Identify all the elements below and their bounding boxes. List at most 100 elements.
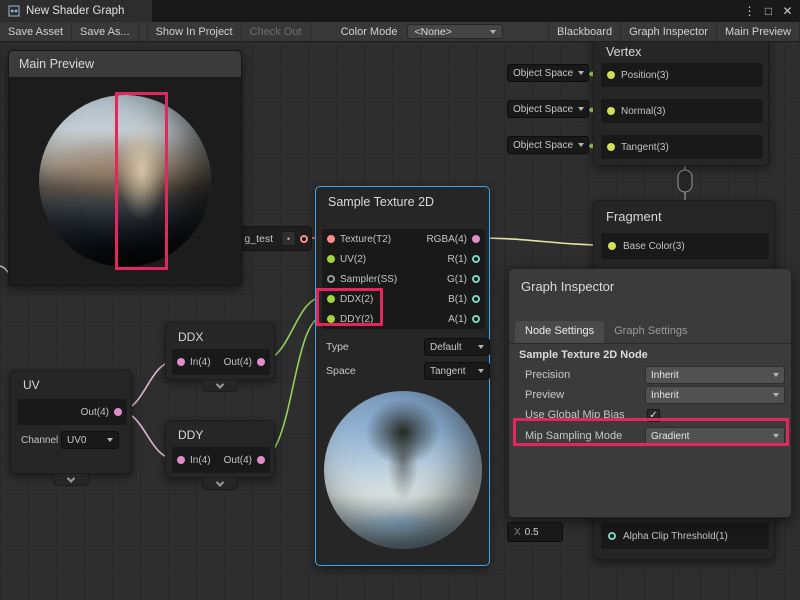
rgba-output-port[interactable] bbox=[472, 235, 480, 243]
sampler-input-port[interactable] bbox=[327, 275, 335, 283]
ddx-in-port[interactable] bbox=[177, 358, 185, 366]
a-output-port[interactable] bbox=[472, 315, 480, 323]
tab-graph-settings[interactable]: Graph Settings bbox=[604, 321, 697, 343]
preview-label: Preview bbox=[525, 389, 564, 401]
color-mode-value: <None> bbox=[414, 26, 451, 38]
chevron-down-icon bbox=[67, 474, 75, 482]
position-port-label: Position(3) bbox=[621, 70, 669, 81]
mip-mode-value: Gradient bbox=[651, 431, 689, 442]
chevron-down-icon bbox=[578, 143, 584, 147]
checkmark-icon: ✓ bbox=[649, 410, 657, 421]
ddy-input-label: DDY(2) bbox=[335, 314, 378, 325]
uv-node-title: UV bbox=[11, 371, 131, 396]
uv-out-label: Out(4) bbox=[81, 407, 109, 418]
base-color-port-label: Base Color(3) bbox=[623, 241, 685, 252]
position-space-value: Object Space bbox=[513, 68, 573, 79]
gtest-output-port[interactable] bbox=[300, 235, 308, 243]
color-mode-dropdown[interactable]: <None> bbox=[407, 24, 503, 39]
show-in-project-button[interactable]: Show In Project bbox=[147, 22, 242, 41]
close-icon[interactable]: ✕ bbox=[779, 0, 796, 22]
wire-rgba-to-basecolor[interactable] bbox=[478, 238, 608, 245]
alpha-clip-port-label: Alpha Clip Threshold(1) bbox=[623, 531, 728, 542]
position-port[interactable] bbox=[607, 71, 615, 79]
base-color-port[interactable] bbox=[608, 242, 616, 250]
ddx-out-port[interactable] bbox=[257, 358, 265, 366]
ddy-in-port[interactable] bbox=[177, 456, 185, 464]
toolbar: Save Asset Save As... Show In Project Ch… bbox=[0, 22, 800, 42]
a-output-label: A(1) bbox=[443, 314, 472, 325]
sample-node-preview-sphere bbox=[324, 391, 482, 549]
window-menu-icon[interactable]: ⋮ bbox=[741, 0, 758, 22]
ddy-out-port[interactable] bbox=[257, 456, 265, 464]
graph-canvas[interactable]: g_test • Vertex Position(3) Normal(3) Ta… bbox=[0, 42, 800, 600]
color-mode-label: Color Mode bbox=[335, 22, 404, 41]
maximize-icon[interactable]: □ bbox=[760, 0, 777, 22]
rgba-output-label: RGBA(4) bbox=[421, 234, 472, 245]
normal-space-dropdown[interactable]: Object Space bbox=[507, 100, 589, 118]
tangent-port[interactable] bbox=[607, 143, 615, 151]
texture-input-port[interactable] bbox=[327, 235, 335, 243]
tangent-space-value: Object Space bbox=[513, 140, 573, 151]
window-titlebar: New Shader Graph ⋮ □ ✕ bbox=[0, 0, 800, 22]
uv-node[interactable]: UV Out(4) Channel UV0 bbox=[10, 370, 132, 474]
ddy-collapse-toggle[interactable] bbox=[202, 478, 238, 490]
mip-mode-dropdown[interactable]: Gradient bbox=[645, 427, 785, 445]
chevron-down-icon bbox=[216, 380, 224, 388]
alpha-clip-port[interactable] bbox=[608, 532, 616, 540]
ddy-in-label: In(4) bbox=[190, 455, 211, 466]
vertex-node[interactable]: Vertex Position(3) Normal(3) Tangent(3) bbox=[593, 42, 769, 166]
space-label: Space bbox=[326, 365, 356, 377]
channel-dropdown[interactable]: UV0 bbox=[61, 431, 119, 449]
b-output-label: B(1) bbox=[443, 294, 472, 305]
normal-port[interactable] bbox=[607, 107, 615, 115]
graph-inspector-toggle-button[interactable]: Graph Inspector bbox=[621, 22, 717, 41]
precision-value: Inherit bbox=[651, 370, 679, 381]
sample-node-title: Sample Texture 2D bbox=[316, 187, 489, 214]
uv-input-port[interactable] bbox=[327, 255, 335, 263]
check-out-button: Check Out bbox=[242, 22, 311, 41]
b-output-port[interactable] bbox=[472, 295, 480, 303]
gtest-label: g_test bbox=[244, 233, 273, 245]
save-as-button[interactable]: Save As... bbox=[72, 22, 139, 41]
g-output-port[interactable] bbox=[472, 275, 480, 283]
type-dropdown[interactable]: Default bbox=[424, 338, 490, 356]
position-space-dropdown[interactable]: Object Space bbox=[507, 64, 589, 82]
ddy-input-port[interactable] bbox=[327, 315, 335, 323]
chevron-down-icon bbox=[478, 345, 484, 349]
uv-input-label: UV(2) bbox=[335, 254, 371, 265]
ddx-node[interactable]: DDX In(4) Out(4) bbox=[165, 322, 275, 380]
tab-node-settings[interactable]: Node Settings bbox=[515, 321, 604, 343]
mip-bias-checkbox[interactable]: ✓ bbox=[647, 409, 660, 422]
chevron-down-icon bbox=[773, 434, 779, 438]
chevron-down-icon bbox=[773, 393, 779, 397]
graph-inspector-title: Graph Inspector bbox=[509, 269, 791, 304]
r-output-port[interactable] bbox=[472, 255, 480, 263]
block-connector-capsule bbox=[678, 170, 692, 192]
uv-out-port[interactable] bbox=[114, 408, 122, 416]
inspector-node-title: Sample Texture 2D Node bbox=[519, 349, 648, 361]
ddy-out-label: Out(4) bbox=[224, 455, 252, 466]
sample-texture-2d-node[interactable]: Sample Texture 2D Texture(T2) RGBA(4) UV… bbox=[315, 186, 490, 566]
uv-collapse-toggle[interactable] bbox=[53, 474, 89, 486]
main-preview-panel: Main Preview bbox=[8, 50, 242, 286]
ddy-node[interactable]: DDY In(4) Out(4) bbox=[165, 420, 275, 478]
alpha-x-label: X bbox=[508, 527, 525, 538]
main-preview-toggle-button[interactable]: Main Preview bbox=[717, 22, 800, 41]
ddx-collapse-toggle[interactable] bbox=[202, 380, 238, 392]
alpha-clip-value-field[interactable]: X 0.5 bbox=[507, 522, 563, 542]
object-picker-icon[interactable]: • bbox=[281, 231, 296, 246]
space-dropdown[interactable]: Tangent bbox=[424, 362, 490, 380]
main-preview-header[interactable]: Main Preview bbox=[9, 51, 241, 77]
tangent-space-dropdown[interactable]: Object Space bbox=[507, 136, 589, 154]
save-asset-button[interactable]: Save Asset bbox=[0, 22, 72, 41]
preview-dropdown[interactable]: Inherit bbox=[645, 386, 785, 404]
precision-dropdown[interactable]: Inherit bbox=[645, 366, 785, 384]
window-tab[interactable]: New Shader Graph bbox=[0, 0, 152, 22]
blackboard-toggle-button[interactable]: Blackboard bbox=[548, 22, 621, 41]
ddx-input-port[interactable] bbox=[327, 295, 335, 303]
channel-value: UV0 bbox=[67, 435, 86, 446]
chevron-down-icon bbox=[478, 369, 484, 373]
tangent-port-label: Tangent(3) bbox=[621, 142, 669, 153]
main-preview-sphere bbox=[39, 95, 211, 267]
chevron-down-icon bbox=[490, 30, 496, 34]
